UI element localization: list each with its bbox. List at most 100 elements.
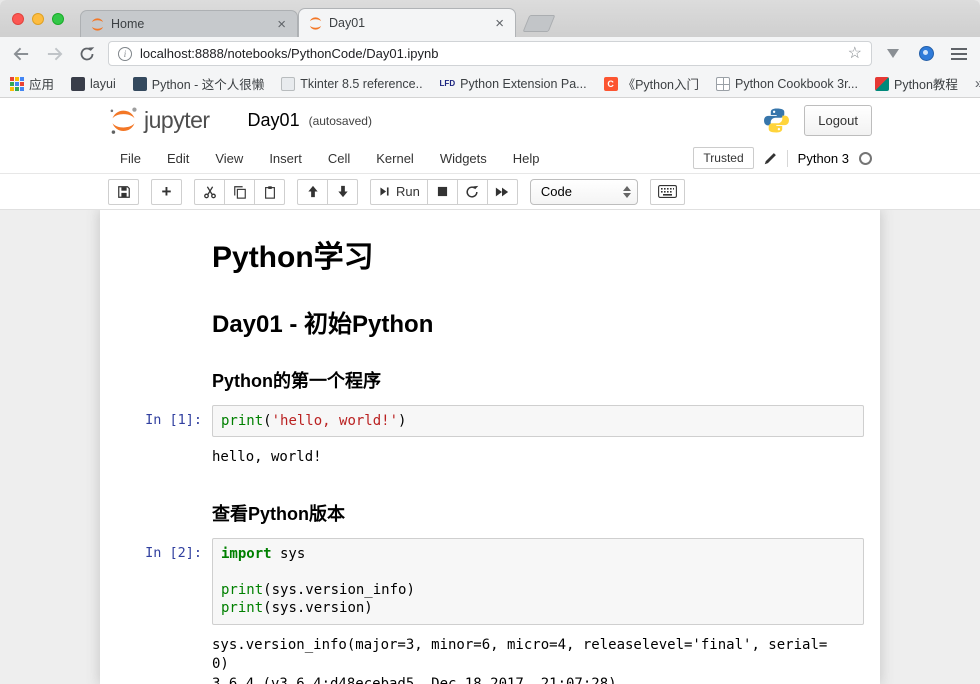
heading-check-version: 查看Python版本 <box>212 500 864 526</box>
menu-help[interactable]: Help <box>500 151 553 166</box>
kernel-name: Python 3 <box>798 151 849 166</box>
site-favicon <box>281 77 295 91</box>
menu-kernel[interactable]: Kernel <box>363 151 427 166</box>
tab-title: Day01 <box>329 16 487 30</box>
tab-close-icon[interactable]: × <box>275 17 288 32</box>
markdown-cell-h3-first-program[interactable]: Python的第一个程序 <box>100 347 880 401</box>
bookmarks-overflow-chevron[interactable]: » <box>975 75 980 92</box>
move-cell-up-button[interactable] <box>297 179 328 205</box>
heading-python-study: Python学习 <box>212 232 864 276</box>
bookmark-tkinter[interactable]: Tkinter 8.5 reference.. <box>281 77 422 91</box>
select-arrows-icon <box>623 186 631 198</box>
bookmark-label: layui <box>90 77 116 91</box>
tab-close-icon[interactable]: × <box>493 16 506 31</box>
window-zoom-button[interactable] <box>52 13 64 25</box>
output-cell-2: sys.version_info(major=3, minor=6, micro… <box>100 629 880 684</box>
browser-window: Home × Day01 × i localhost:8888/notebook… <box>0 0 980 684</box>
code-input-area[interactable]: print('hello, world!') <box>212 405 864 437</box>
notebook-title[interactable]: Day01 <box>248 110 300 131</box>
site-favicon <box>875 77 889 91</box>
code-cell-2[interactable]: In [2]: import sys print(sys.version_inf… <box>100 534 880 629</box>
menu-widgets[interactable]: Widgets <box>427 151 500 166</box>
save-icon <box>117 185 131 199</box>
scissors-icon <box>203 185 217 199</box>
cut-cell-button[interactable] <box>194 179 225 205</box>
run-label: Run <box>396 184 420 199</box>
bookmark-lfd[interactable]: LFD Python Extension Pa... <box>440 77 587 91</box>
paste-icon <box>263 185 277 199</box>
bookmark-star-icon[interactable]: ☆ <box>848 46 862 62</box>
reload-button[interactable] <box>75 42 99 66</box>
jupyter-header: jupyter Day01 (autosaved) Logout <box>0 98 980 143</box>
page-info-icon[interactable]: i <box>118 47 132 61</box>
trusted-badge[interactable]: Trusted <box>693 147 753 169</box>
output-cell-1: hello, world! <box>100 441 880 480</box>
jupyter-logo-icon <box>108 105 139 136</box>
jupyter-toolbar: + Run <box>0 174 980 210</box>
code-cell-1[interactable]: In [1]: print('hello, world!') <box>100 401 880 441</box>
browser-tab-strip: Home × Day01 × <box>0 0 980 37</box>
markdown-cell-h3-version[interactable]: 查看Python版本 <box>100 480 880 534</box>
cell-type-dropdown[interactable]: Code <box>530 179 638 205</box>
paste-cell-button[interactable] <box>254 179 285 205</box>
menu-edit[interactable]: Edit <box>154 151 202 166</box>
bookmark-apps[interactable]: 应用 <box>10 74 54 93</box>
bookmark-python-blog[interactable]: Python - 这个人很懒 <box>133 74 265 93</box>
jupyter-favicon-icon <box>90 17 105 32</box>
new-tab-button[interactable] <box>523 15 556 32</box>
menu-insert[interactable]: Insert <box>256 151 315 166</box>
arrow-down-icon <box>337 185 349 198</box>
tab-home[interactable]: Home × <box>80 10 298 37</box>
keyboard-icon <box>658 185 677 198</box>
address-bar[interactable]: i localhost:8888/notebooks/PythonCode/Da… <box>108 41 872 66</box>
url-text[interactable]: localhost:8888/notebooks/PythonCode/Day0… <box>140 46 840 61</box>
site-favicon <box>133 77 147 91</box>
bookmark-tutorial[interactable]: Python教程 <box>875 74 958 93</box>
markdown-cell-h1[interactable]: Python学习 <box>100 222 880 286</box>
copy-cell-button[interactable] <box>224 179 255 205</box>
plus-icon: + <box>162 183 172 200</box>
run-cell-button[interactable]: Run <box>370 179 428 205</box>
save-button[interactable] <box>108 179 139 205</box>
jupyter-logo[interactable]: jupyter <box>108 105 210 136</box>
forward-button[interactable] <box>42 42 66 66</box>
jupyter-favicon-icon <box>308 16 323 31</box>
bookmark-cookbook[interactable]: Python Cookbook 3r... <box>716 77 858 91</box>
extension-triangle-icon[interactable] <box>881 42 905 66</box>
forward-icon <box>46 47 63 61</box>
markdown-cell-h2[interactable]: Day01 - 初始Python <box>100 286 880 347</box>
menu-cell[interactable]: Cell <box>315 151 363 166</box>
extension-globe-icon[interactable] <box>914 42 938 66</box>
bookmark-label: Tkinter 8.5 reference.. <box>300 77 422 91</box>
copy-icon <box>233 185 247 199</box>
cell-type-value: Code <box>541 184 572 199</box>
move-cell-down-button[interactable] <box>327 179 358 205</box>
window-close-button[interactable] <box>12 13 24 25</box>
restart-kernel-button[interactable] <box>457 179 488 205</box>
command-palette-button[interactable] <box>650 179 685 205</box>
menu-view[interactable]: View <box>202 151 256 166</box>
python-logo-icon <box>763 107 790 134</box>
output-text: sys.version_info(major=3, minor=6, micro… <box>212 633 842 684</box>
tab-day01[interactable]: Day01 × <box>298 8 516 37</box>
logout-button[interactable]: Logout <box>804 105 872 136</box>
browser-toolbar: i localhost:8888/notebooks/PythonCode/Da… <box>0 37 980 70</box>
site-favicon <box>716 77 730 91</box>
edit-mode-pencil-icon <box>764 152 777 165</box>
notebook-page: Python学习 Day01 - 初始Python Python的第一个程序 I… <box>100 210 880 684</box>
restart-run-all-button[interactable] <box>487 179 518 205</box>
back-button[interactable] <box>9 42 33 66</box>
interrupt-kernel-button[interactable] <box>427 179 458 205</box>
stop-icon <box>437 186 448 197</box>
bookmark-csdn[interactable]: C 《Python入门 <box>604 74 699 93</box>
browser-menu-button[interactable] <box>947 42 971 66</box>
code-input-area[interactable]: import sys print(sys.version_info) print… <box>212 538 864 625</box>
menu-file[interactable]: File <box>108 151 154 166</box>
heading-first-program: Python的第一个程序 <box>212 367 864 393</box>
window-minimize-button[interactable] <box>32 13 44 25</box>
bookmark-layui[interactable]: layui <box>71 77 116 91</box>
input-prompt: In [1]: <box>100 405 212 437</box>
notebook-area: Python学习 Day01 - 初始Python Python的第一个程序 I… <box>0 210 980 684</box>
jupyter-menubar: File Edit View Insert Cell Kernel Widget… <box>0 143 980 174</box>
add-cell-button[interactable]: + <box>151 179 182 205</box>
